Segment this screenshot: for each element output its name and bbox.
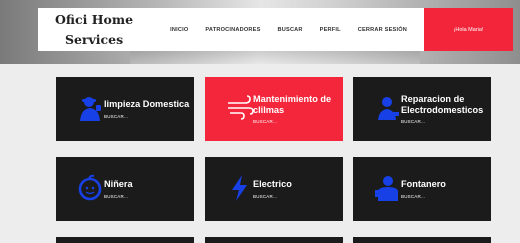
service-card-mantenimiento[interactable]: Mantenimiento de clilmas BUSCAR... bbox=[205, 77, 343, 141]
service-title: Mantenimiento de clilmas bbox=[253, 94, 332, 115]
air-conditioning-wind-icon bbox=[228, 95, 254, 120]
nav-item-inicio[interactable]: INICIO bbox=[170, 27, 188, 33]
service-card-partial[interactable] bbox=[353, 237, 491, 243]
brand-logo[interactable]: Ofici Home Services bbox=[38, 10, 150, 50]
nav-item-cerrar-sesion[interactable]: CERRAR SESIÓN bbox=[358, 27, 407, 33]
nav-item-patrocinadores[interactable]: PATROCINADORES bbox=[205, 27, 260, 33]
brand-line-1: Ofici Home bbox=[55, 11, 134, 27]
brand-line-2: Services bbox=[64, 31, 124, 47]
plumber-icon bbox=[375, 176, 398, 201]
nav-menu: INICIO PATROCINADORES BUSCAR PERFIL CERR… bbox=[170, 27, 424, 33]
service-card-reparacion[interactable]: Reparacion de Electrodomesticos BUSCAR..… bbox=[353, 77, 491, 141]
lightning-bolt-icon bbox=[232, 175, 247, 201]
service-search-link[interactable]: BUSCAR... bbox=[104, 114, 194, 119]
repair-technician-icon bbox=[378, 97, 399, 120]
service-card-electrico[interactable]: Electrico BUSCAR... bbox=[205, 157, 343, 221]
service-title: limpieza Domestica bbox=[104, 99, 190, 110]
service-title: Electrico bbox=[253, 179, 292, 190]
service-card-partial[interactable] bbox=[56, 237, 194, 243]
service-title: Fontanero bbox=[401, 179, 446, 190]
nav-item-perfil[interactable]: PERFIL bbox=[320, 27, 341, 33]
service-card-ninera[interactable]: Niñera BUSCAR... bbox=[56, 157, 194, 221]
baby-icon bbox=[78, 174, 102, 201]
user-greeting-button[interactable]: ¡Hola Maria! bbox=[424, 8, 513, 51]
nav-item-buscar[interactable]: BUSCAR bbox=[278, 27, 303, 33]
service-title: Reparacion de Electrodomesticos bbox=[401, 94, 484, 115]
top-navbar: Ofici Home Services INICIO PATROCINADORE… bbox=[38, 8, 424, 51]
service-card-partial[interactable] bbox=[205, 237, 343, 243]
cleaning-person-icon bbox=[80, 97, 101, 121]
service-card-limpieza[interactable]: limpieza Domestica BUSCAR... bbox=[56, 77, 194, 141]
service-search-link[interactable]: BUSCAR... bbox=[401, 119, 491, 124]
service-title: Niñera bbox=[104, 179, 133, 190]
service-card-fontanero[interactable]: Fontanero BUSCAR... bbox=[353, 157, 491, 221]
service-search-link[interactable]: BUSCAR... bbox=[401, 194, 491, 199]
service-search-link[interactable]: BUSCAR... bbox=[253, 119, 343, 124]
service-search-link[interactable]: BUSCAR... bbox=[104, 194, 194, 199]
service-search-link[interactable]: BUSCAR... bbox=[253, 194, 343, 199]
